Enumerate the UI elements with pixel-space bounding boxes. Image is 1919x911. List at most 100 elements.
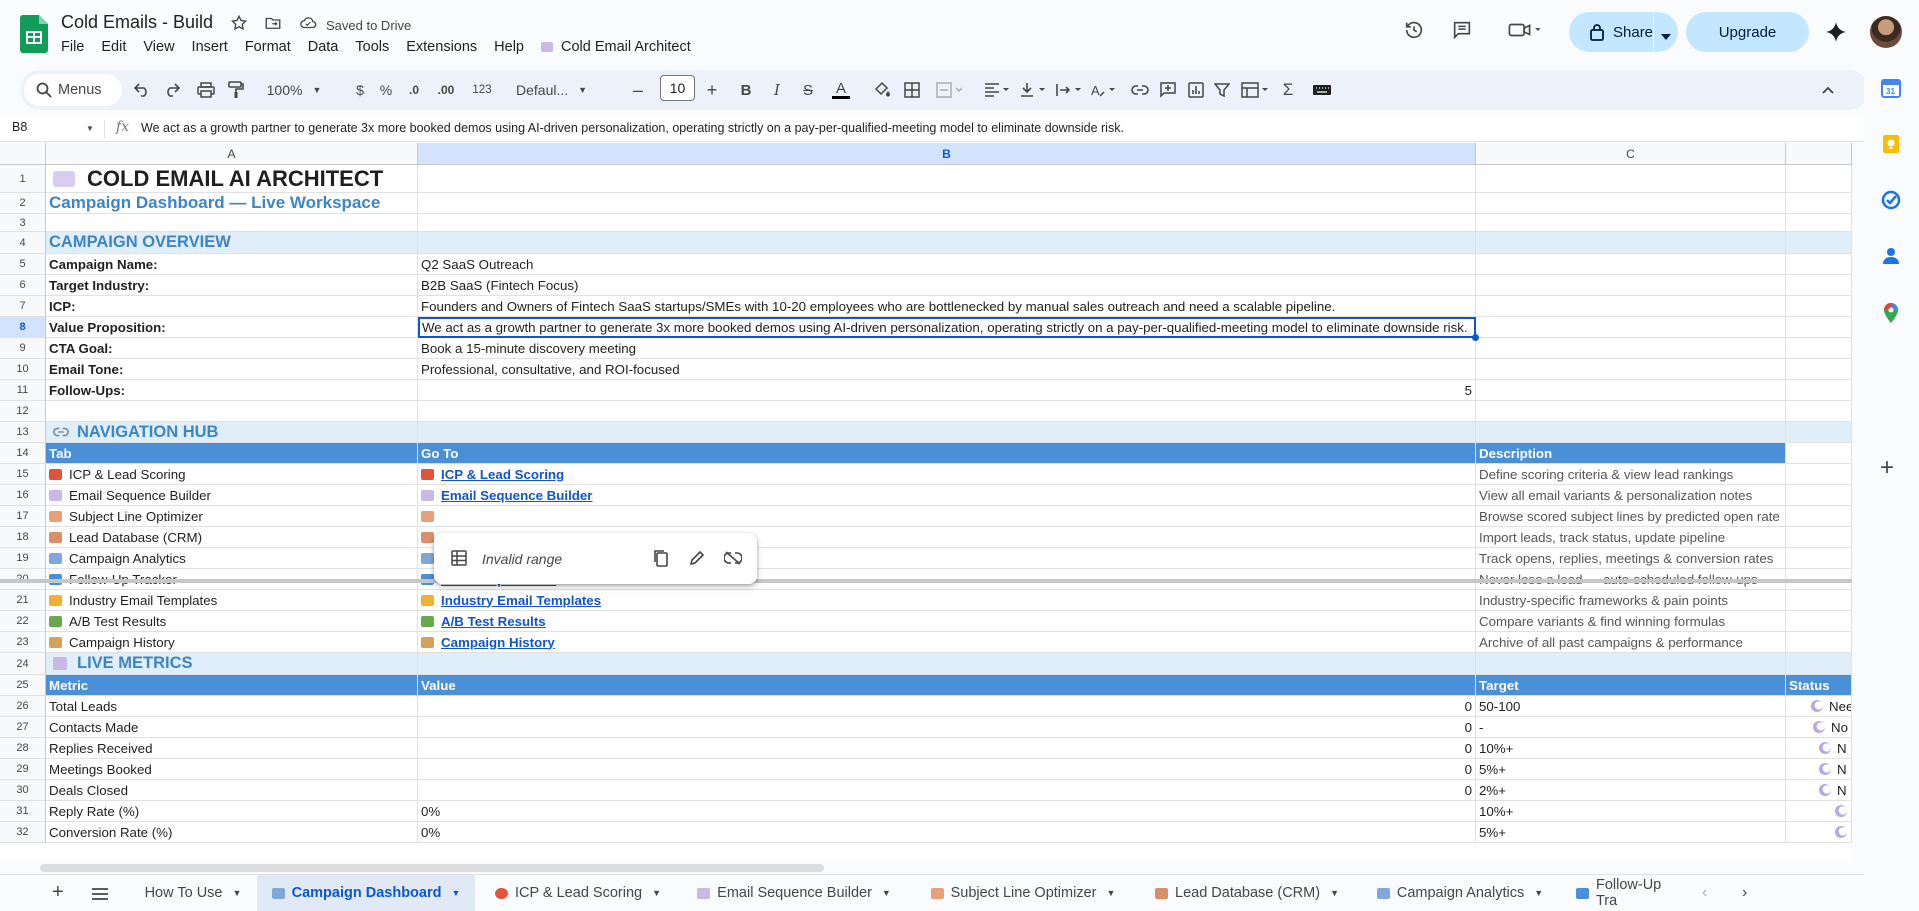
nav-tab-name[interactable]: Campaign Analytics — [46, 548, 418, 569]
nav-header-goto[interactable]: Go To — [418, 443, 1476, 464]
print-icon[interactable] — [194, 70, 218, 110]
tab-how-to-use[interactable]: How To Use ▼ — [132, 875, 254, 911]
section-bg-24-1[interactable] — [1476, 653, 1786, 675]
cell-c7[interactable] — [1476, 296, 1786, 317]
share-dropdown-icon[interactable] — [1661, 28, 1671, 45]
frozen-rows-divider[interactable] — [0, 579, 1852, 583]
calendar-icon[interactable]: 31 — [1881, 78, 1901, 103]
nav-description[interactable]: Compare variants & find winning formulas — [1476, 611, 1786, 632]
metric-name[interactable]: Deals Closed — [46, 780, 418, 801]
nav-header-tab[interactable]: Tab — [46, 443, 418, 464]
keyboard-icon[interactable] — [1310, 70, 1334, 110]
font-size-decrease-button[interactable]: – — [626, 70, 650, 110]
horizontal-scrollbar[interactable] — [40, 864, 824, 872]
cell-c11[interactable] — [1476, 380, 1786, 401]
follow-ups-value[interactable]: 5 — [418, 380, 1476, 401]
metric-value[interactable]: 0 — [418, 759, 1476, 780]
row-header-30[interactable]: 30 — [0, 780, 46, 801]
row-header-31[interactable]: 31 — [0, 801, 46, 822]
all-sheets-icon[interactable] — [92, 887, 108, 905]
insert-comment-icon[interactable] — [1156, 70, 1180, 110]
cell-d5[interactable] — [1786, 254, 1852, 275]
metric-status[interactable]: Nee — [1786, 696, 1852, 717]
remove-link-icon[interactable] — [722, 547, 744, 569]
row-header-3[interactable]: 3 — [0, 214, 46, 232]
email-tone-label[interactable]: Email Tone: — [46, 359, 418, 380]
cell-c8[interactable] — [1476, 317, 1786, 338]
email-tone-value[interactable]: Professional, consultative, and ROI-focu… — [418, 359, 1476, 380]
row-header-11[interactable]: 11 — [0, 380, 46, 401]
upgrade-button[interactable]: Upgrade — [1686, 12, 1809, 52]
cloud-saved-icon[interactable] — [298, 14, 318, 37]
row-header-7[interactable]: 7 — [0, 296, 46, 317]
section-bg-13-1[interactable] — [1476, 422, 1786, 443]
menu-tools[interactable]: Tools — [355, 39, 398, 55]
column-header-a[interactable]: A — [46, 143, 418, 165]
cell-d1[interactable] — [1786, 165, 1852, 193]
row-header-8[interactable]: 8 — [0, 317, 46, 338]
nav-goto-link[interactable] — [418, 506, 1476, 527]
metrics-header-metric[interactable]: Metric — [46, 675, 418, 696]
cell-d23[interactable] — [1786, 632, 1852, 653]
app-title-cell[interactable]: COLD EMAIL AI ARCHITECT — [46, 165, 418, 193]
format-currency-button[interactable]: $ — [348, 70, 372, 110]
select-all-corner[interactable] — [0, 143, 46, 165]
row-header-9[interactable]: 9 — [0, 338, 46, 359]
cell-d6[interactable] — [1786, 275, 1852, 296]
text-rotation-icon[interactable]: A — [1086, 70, 1120, 110]
nav-description[interactable]: View all email variants & personalizatio… — [1476, 485, 1786, 506]
scroll-tabs-right-icon[interactable]: › — [1742, 884, 1747, 902]
row-header-17[interactable]: 17 — [0, 506, 46, 527]
row-header-26[interactable]: 26 — [0, 696, 46, 717]
metrics-header-target[interactable]: Target — [1476, 675, 1786, 696]
nav-tab-name[interactable]: ICP & Lead Scoring — [46, 464, 418, 485]
nav-tab-name[interactable]: Subject Line Optimizer — [46, 506, 418, 527]
menu-data[interactable]: Data — [308, 39, 348, 55]
section-bg-13-2[interactable] — [1786, 422, 1852, 443]
font-size-input[interactable]: 10 — [660, 75, 695, 101]
cell-d7[interactable] — [1786, 296, 1852, 317]
cell-c3[interactable] — [1476, 214, 1786, 232]
redo-icon[interactable] — [160, 70, 184, 110]
metric-status[interactable]: N — [1786, 738, 1852, 759]
nav-description[interactable]: Browse scored subject lines by predicted… — [1476, 506, 1786, 527]
cell-c2[interactable] — [1476, 193, 1786, 214]
nav-description[interactable]: Archive of all past campaigns & performa… — [1476, 632, 1786, 653]
metric-value[interactable]: 0 — [418, 696, 1476, 717]
metric-name[interactable]: Meetings Booked — [46, 759, 418, 780]
filter-views-icon[interactable] — [1238, 70, 1272, 110]
row-header-6[interactable]: 6 — [0, 275, 46, 296]
row-header-23[interactable]: 23 — [0, 632, 46, 653]
functions-icon[interactable]: Σ — [1276, 70, 1300, 110]
row-header-18[interactable]: 18 — [0, 527, 46, 548]
nav-tab-name[interactable]: Industry Email Templates — [46, 590, 418, 611]
menu-help[interactable]: Help — [494, 39, 533, 55]
nav-description[interactable]: Track opens, replies, meetings & convers… — [1476, 548, 1786, 569]
menu-insert[interactable]: Insert — [192, 39, 237, 55]
insert-link-icon[interactable] — [1128, 70, 1152, 110]
tab-icp-lead-scoring[interactable]: ICP & Lead Scoring ▼ — [480, 875, 676, 911]
metric-value[interactable]: 0% — [418, 801, 1476, 822]
merge-cells-icon[interactable] — [932, 70, 966, 110]
nav-description[interactable]: Define scoring criteria & view lead rank… — [1476, 464, 1786, 485]
tab-lead-database[interactable]: Lead Database (CRM) ▼ — [1138, 875, 1356, 911]
cell-c1[interactable] — [1476, 165, 1786, 193]
row-header-28[interactable]: 28 — [0, 738, 46, 759]
metric-status[interactable] — [1786, 822, 1852, 843]
gemini-icon[interactable] — [1820, 16, 1852, 48]
maps-icon[interactable] — [1881, 302, 1901, 329]
metric-status[interactable]: N — [1786, 780, 1852, 801]
target-industry-value[interactable]: B2B SaaS (Fintech Focus) — [418, 275, 1476, 296]
campaign-name-value[interactable]: Q2 SaaS Outreach — [418, 254, 1476, 275]
column-header-b[interactable]: B — [418, 143, 1476, 165]
metric-status[interactable]: N — [1786, 759, 1852, 780]
cell-d10[interactable] — [1786, 359, 1852, 380]
metric-value[interactable]: 0 — [418, 738, 1476, 759]
keep-icon[interactable] — [1881, 134, 1901, 159]
font-family-select[interactable]: Defaul... ▼ — [516, 70, 606, 110]
cell-d8[interactable] — [1786, 317, 1852, 338]
menu-view[interactable]: View — [143, 39, 183, 55]
cell-d2[interactable] — [1786, 193, 1852, 214]
section-bg-4-2[interactable] — [1786, 232, 1852, 254]
row-header-21[interactable]: 21 — [0, 590, 46, 611]
